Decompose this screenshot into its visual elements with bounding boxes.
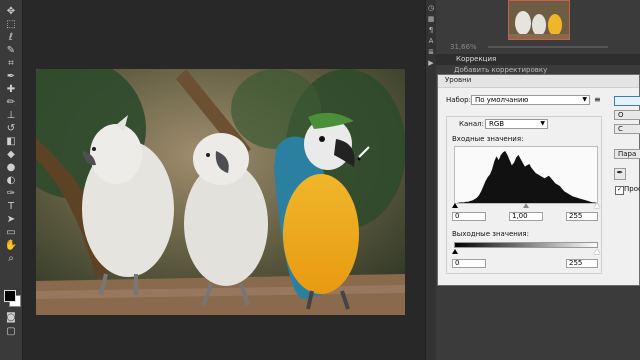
document-canvas[interactable] (36, 69, 405, 315)
paint-bucket-icon[interactable]: ◆ (3, 149, 19, 161)
preset-label: Набор: (446, 96, 471, 104)
hand-icon[interactable]: ✋ (3, 240, 19, 252)
crop-icon[interactable]: ⌗ (3, 58, 19, 70)
chevron-down-icon: ▼ (540, 120, 545, 127)
levels-dialog-titlebar[interactable]: Уровни (438, 75, 639, 88)
output-white-field[interactable]: 255 (566, 259, 598, 268)
channel-value: RGB (489, 120, 505, 128)
channel-label: Канал: (459, 120, 484, 128)
input-gamma-field[interactable]: 1,00 (509, 212, 543, 221)
lasso-icon[interactable]: ℓ (3, 32, 19, 44)
adjustments-panel-title: Коррекция (456, 55, 497, 63)
quick-select-icon[interactable]: ✎ (3, 45, 19, 57)
navigator-thumbnail[interactable] (508, 0, 570, 40)
stamp-icon[interactable]: ⊥ (3, 110, 19, 122)
parrots-photo (36, 69, 405, 315)
zoom-icon[interactable]: ⌕ (3, 253, 19, 265)
type-icon[interactable]: T (3, 201, 19, 213)
panel-icon-strip: ◷ ▦ ¶ A ≣ ▶ (425, 0, 436, 360)
channel-dropdown[interactable]: RGB ▼ (485, 119, 548, 129)
output-gradient-bar (454, 242, 598, 248)
output-black-slider[interactable] (452, 249, 458, 254)
preset-menu-icon[interactable]: ≡ (594, 95, 601, 104)
histogram-chart (455, 151, 597, 203)
actions-icon[interactable]: ▶ (427, 59, 435, 67)
cancel-button[interactable]: O (614, 110, 640, 120)
character-icon[interactable]: A (427, 37, 435, 45)
navigator-zoom-slider[interactable] (488, 46, 608, 48)
screen-mode-icon[interactable]: ▢ (3, 326, 19, 338)
preset-value: По умолчанию (475, 96, 529, 104)
output-black-field[interactable]: 0 (452, 259, 486, 268)
input-gamma-slider[interactable] (523, 203, 529, 208)
move-icon[interactable]: ✥ (3, 6, 19, 18)
eraser-icon[interactable]: ◧ (3, 136, 19, 148)
auto-button[interactable]: С (614, 124, 640, 134)
input-black-field[interactable]: 0 (452, 212, 486, 221)
history-panel-icon[interactable]: ◷ (427, 4, 435, 12)
eyedropper-icon[interactable]: ✒ (3, 71, 19, 83)
color-panel-icon[interactable]: ▦ (427, 15, 435, 23)
dodge-icon[interactable]: ◐ (3, 175, 19, 187)
histogram (454, 146, 598, 204)
levels-dialog-title: Уровни (445, 76, 472, 84)
layers-panel-icon[interactable]: ≣ (427, 48, 435, 56)
healing-icon[interactable]: ✚ (3, 84, 19, 96)
paragraph-icon[interactable]: ¶ (427, 26, 435, 34)
adjustments-panel-header[interactable]: Коррекция (436, 54, 640, 65)
chevron-down-icon: ▼ (582, 96, 587, 103)
output-levels-label: Выходные значения: (452, 230, 529, 238)
preview-label: Прос (624, 185, 640, 193)
output-white-slider[interactable] (594, 249, 600, 254)
path-select-icon[interactable]: ➤ (3, 214, 19, 226)
foreground-color-swatch[interactable] (4, 290, 16, 302)
input-black-slider[interactable] (452, 203, 458, 208)
marquee-icon[interactable]: ⬚ (3, 19, 19, 31)
brush-icon[interactable]: ✏ (3, 97, 19, 109)
preview-checkbox[interactable]: ✓ (615, 186, 624, 195)
history-brush-icon[interactable]: ↺ (3, 123, 19, 135)
blur-icon[interactable]: ● (3, 162, 19, 174)
shape-icon[interactable]: ▭ (3, 227, 19, 239)
navigator-zoom-value: 31,66% (450, 43, 477, 51)
quick-mask-icon[interactable]: ◙ (3, 312, 19, 324)
input-white-field[interactable]: 255 (566, 212, 598, 221)
options-button[interactable]: Пара (614, 149, 640, 159)
adjustments-panel-subtitle: Добавить корректировку (454, 66, 548, 74)
preset-dropdown[interactable]: По умолчанию ▼ (471, 95, 590, 105)
eyedropper-button[interactable]: ✒ (614, 168, 626, 180)
eyedropper-icon: ✒ (616, 168, 624, 177)
pen-icon[interactable]: ✑ (3, 188, 19, 200)
input-levels-label: Входные значения: (452, 135, 524, 143)
tools-panel: ✥ ⬚ ℓ ✎ ⌗ ✒ ✚ ✏ ⊥ ↺ ◧ ◆ ● ◐ ✑ T ➤ ▭ ✋ ⌕ ◙ ▢ (0, 0, 23, 360)
input-white-slider[interactable] (594, 203, 600, 208)
histogram-area (455, 151, 597, 203)
ok-button[interactable] (614, 96, 640, 106)
